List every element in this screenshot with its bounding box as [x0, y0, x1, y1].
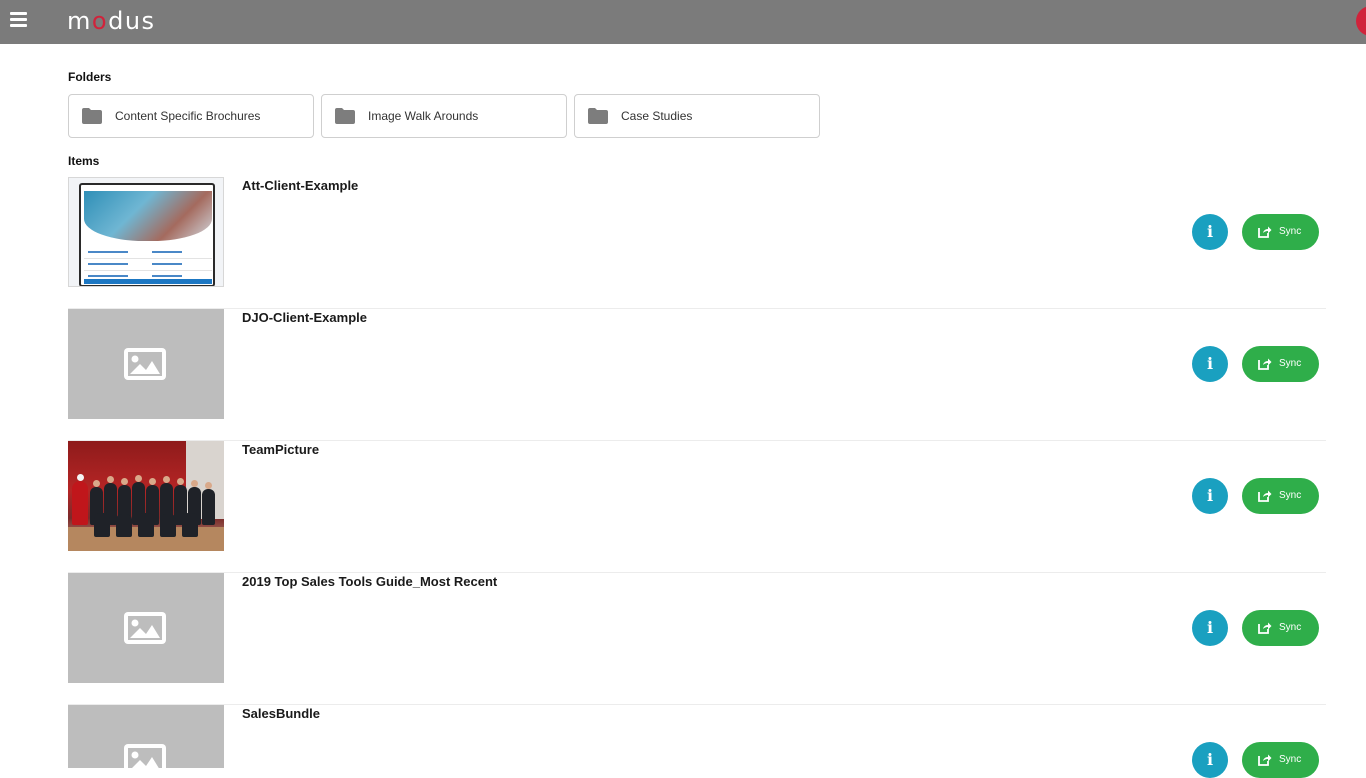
list-item[interactable]: DJO-Client-Example i Sync: [68, 309, 1326, 441]
item-thumbnail[interactable]: [68, 309, 224, 419]
folder-label: Case Studies: [621, 109, 693, 123]
sync-label: Sync: [1279, 226, 1302, 237]
sync-label: Sync: [1279, 754, 1302, 765]
info-icon: i: [1206, 750, 1214, 769]
list-item[interactable]: Att-Client-Example i Sync: [68, 177, 1326, 309]
sync-button[interactable]: Sync: [1242, 214, 1319, 250]
folder-icon: [588, 108, 608, 124]
share-icon: [1258, 358, 1272, 370]
logo-text-start: m: [67, 7, 92, 35]
item-thumbnail[interactable]: [68, 177, 224, 287]
sync-label: Sync: [1279, 490, 1302, 501]
modus-logo[interactable]: modus: [67, 5, 156, 37]
share-icon: [1258, 622, 1272, 634]
folder-label: Image Walk Arounds: [368, 109, 479, 123]
item-title[interactable]: TeamPicture: [242, 442, 319, 457]
info-icon: i: [1206, 618, 1214, 637]
sync-button[interactable]: Sync: [1242, 346, 1319, 382]
folder-label: Content Specific Brochures: [115, 109, 261, 123]
folder-icon: [335, 108, 355, 124]
list-item[interactable]: 2019 Top Sales Tools Guide_Most Recent i…: [68, 573, 1326, 705]
logo-text-end: dus: [108, 7, 156, 35]
info-button[interactable]: i: [1192, 610, 1228, 646]
avatar[interactable]: [1356, 6, 1366, 36]
placeholder-image-icon: [124, 612, 166, 644]
sync-label: Sync: [1279, 358, 1302, 369]
sync-label: Sync: [1279, 622, 1302, 633]
folder-icon: [82, 108, 102, 124]
share-icon: [1258, 754, 1272, 766]
sync-button[interactable]: Sync: [1242, 610, 1319, 646]
folder-image-walk-arounds[interactable]: Image Walk Arounds: [321, 94, 567, 138]
info-icon: i: [1206, 354, 1214, 373]
logo-text-accent: o: [91, 7, 109, 35]
info-icon: i: [1206, 222, 1214, 241]
items-heading: Items: [68, 154, 100, 168]
info-icon: i: [1206, 486, 1214, 505]
menu-icon[interactable]: [10, 12, 27, 27]
placeholder-image-icon: [124, 348, 166, 380]
sync-button[interactable]: Sync: [1242, 742, 1319, 778]
item-thumbnail[interactable]: [68, 573, 224, 683]
folder-case-studies[interactable]: Case Studies: [574, 94, 820, 138]
share-icon: [1258, 490, 1272, 502]
list-item[interactable]: SalesBundle i Sync: [68, 705, 1326, 778]
info-button[interactable]: i: [1192, 346, 1228, 382]
item-title[interactable]: 2019 Top Sales Tools Guide_Most Recent: [242, 574, 497, 589]
folder-content-specific-brochures[interactable]: Content Specific Brochures: [68, 94, 314, 138]
top-bar: modus: [0, 0, 1366, 44]
sync-button[interactable]: Sync: [1242, 478, 1319, 514]
info-button[interactable]: i: [1192, 478, 1228, 514]
folders-heading: Folders: [68, 70, 112, 84]
info-button[interactable]: i: [1192, 742, 1228, 778]
placeholder-image-icon: [124, 744, 166, 768]
item-thumbnail[interactable]: [68, 705, 224, 768]
item-title[interactable]: SalesBundle: [242, 706, 320, 721]
list-item[interactable]: TeamPicture i Sync: [68, 441, 1326, 573]
share-icon: [1258, 226, 1272, 238]
item-title[interactable]: DJO-Client-Example: [242, 310, 367, 325]
item-thumbnail[interactable]: [68, 441, 224, 551]
info-button[interactable]: i: [1192, 214, 1228, 250]
item-title[interactable]: Att-Client-Example: [242, 178, 358, 193]
